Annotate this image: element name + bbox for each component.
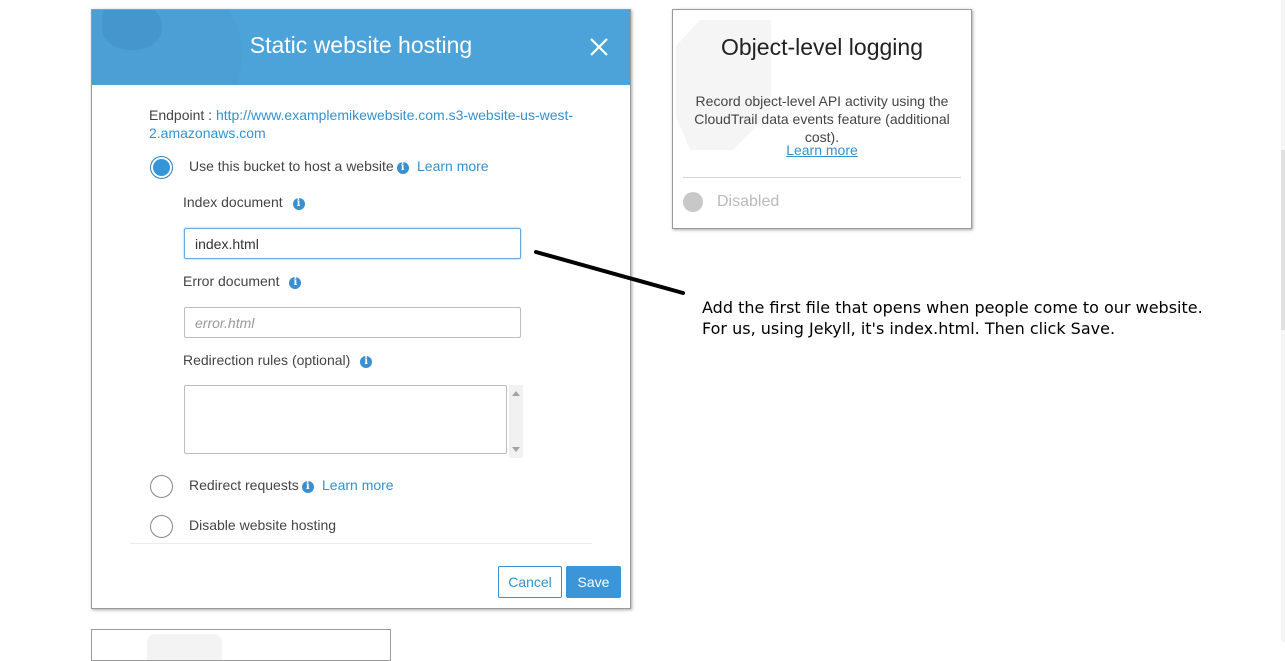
save-button[interactable]: Save bbox=[566, 566, 621, 598]
info-icon[interactable]: i bbox=[292, 198, 305, 210]
close-icon[interactable] bbox=[589, 37, 609, 57]
next-property-card[interactable] bbox=[91, 629, 391, 661]
redirect-requests-learn-more-link[interactable]: Learn more bbox=[322, 477, 394, 493]
card-learn-more-link[interactable]: Learn more bbox=[673, 142, 971, 158]
page-scrollbar[interactable] bbox=[1281, 0, 1285, 642]
modal-header: Static website hosting bbox=[92, 10, 630, 85]
disable-hosting-label: Disable website hosting bbox=[189, 517, 337, 533]
annotation-text: Add the first file that opens when peopl… bbox=[702, 297, 1203, 339]
error-document-label: Error document i bbox=[183, 273, 302, 289]
scroll-up-arrow-icon[interactable] bbox=[512, 391, 520, 396]
card-divider bbox=[683, 177, 961, 178]
static-website-hosting-modal: Static website hosting Endpoint : http:/… bbox=[91, 9, 631, 609]
info-icon[interactable]: i bbox=[289, 277, 302, 289]
endpoint-label: Endpoint : bbox=[149, 107, 216, 123]
info-icon[interactable]: i bbox=[360, 356, 373, 368]
endpoint-text: Endpoint : http://www.examplemikewebsite… bbox=[149, 106, 589, 142]
card-background-icon bbox=[147, 634, 222, 660]
info-icon[interactable]: i bbox=[301, 481, 314, 493]
card-description: Record object-level API activity using t… bbox=[694, 93, 950, 145]
host-website-option: Use this bucket to host a website i bbox=[189, 158, 409, 174]
status-disabled-icon bbox=[683, 192, 703, 212]
redirection-rules-textarea[interactable] bbox=[184, 385, 507, 454]
modal-title: Static website hosting bbox=[249, 32, 473, 58]
index-document-input[interactable] bbox=[184, 228, 521, 259]
error-document-input[interactable] bbox=[184, 307, 521, 338]
status-text: Disabled bbox=[717, 193, 780, 210]
redirect-requests-radio[interactable] bbox=[150, 475, 173, 498]
redirection-rules-label-text: Redirection rules (optional) bbox=[183, 352, 351, 368]
annotation-line-1: Add the first file that opens when peopl… bbox=[702, 298, 1203, 317]
redirection-rules-label: Redirection rules (optional) i bbox=[183, 352, 373, 368]
page-scrollbar-thumb[interactable] bbox=[1281, 150, 1285, 330]
host-website-learn-more-link[interactable]: Learn more bbox=[417, 158, 489, 174]
annotation-arrow bbox=[534, 250, 685, 295]
textarea-scrollbar[interactable] bbox=[509, 385, 523, 458]
redirect-requests-option: Redirect requests i bbox=[189, 477, 314, 493]
card-title: Object-level logging bbox=[720, 34, 923, 60]
redirect-requests-label: Redirect requests bbox=[189, 477, 299, 493]
host-website-radio[interactable] bbox=[150, 156, 173, 179]
host-website-label: Use this bucket to host a website bbox=[189, 158, 394, 174]
scroll-down-arrow-icon[interactable] bbox=[512, 447, 520, 452]
info-icon[interactable]: i bbox=[396, 162, 409, 174]
error-document-label-text: Error document bbox=[183, 273, 280, 289]
disable-hosting-radio[interactable] bbox=[150, 515, 173, 538]
divider bbox=[130, 543, 592, 544]
cancel-button[interactable]: Cancel bbox=[498, 566, 562, 598]
index-document-label: Index document i bbox=[183, 194, 305, 210]
object-level-logging-card[interactable]: Object-level logging Record object-level… bbox=[672, 9, 972, 229]
annotation-line-2: For us, using Jekyll, it's index.html. T… bbox=[702, 319, 1116, 338]
index-document-label-text: Index document bbox=[183, 194, 283, 210]
